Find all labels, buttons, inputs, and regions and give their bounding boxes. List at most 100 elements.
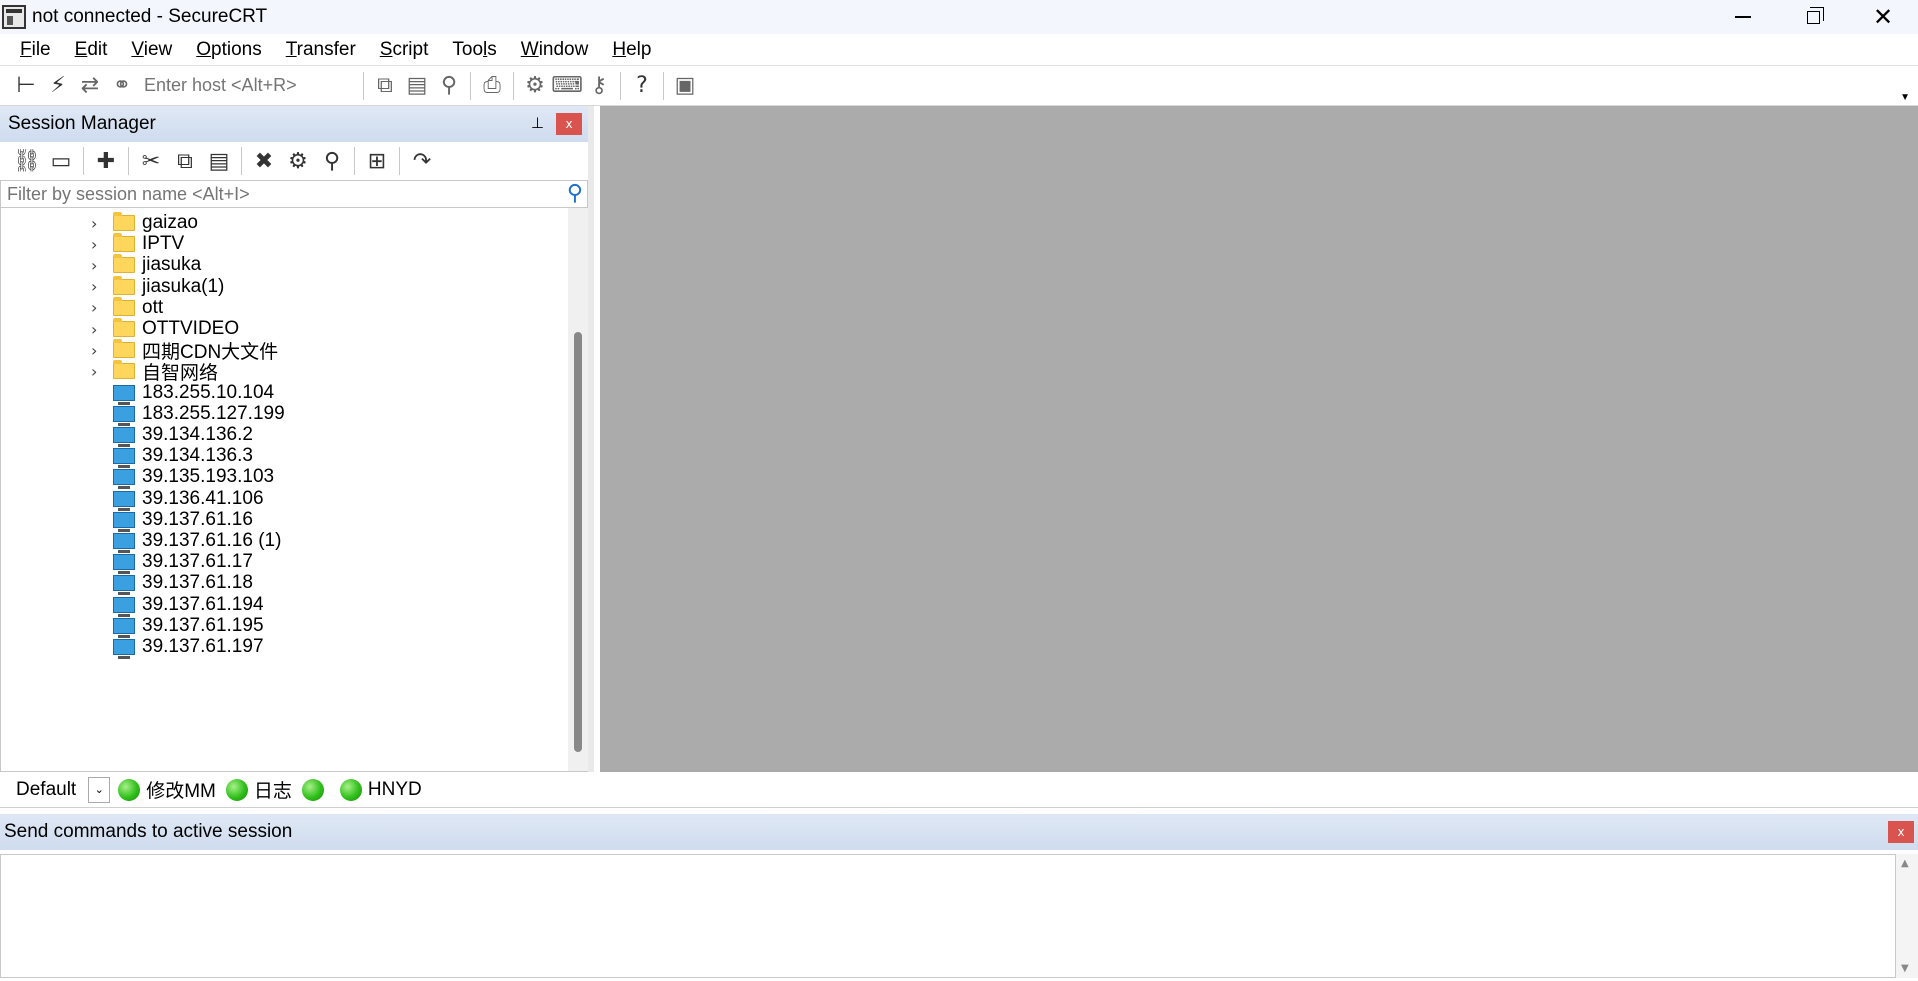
- cut-icon[interactable]: ✂: [134, 145, 168, 177]
- toolbar-divider: [128, 147, 129, 175]
- menu-transfer[interactable]: Transfer: [274, 39, 368, 61]
- session-filter-input[interactable]: [1, 182, 541, 206]
- monitor-icon: [113, 427, 135, 447]
- monitor-icon: [113, 617, 135, 638]
- menu-window[interactable]: Window: [509, 39, 601, 61]
- copy-session-icon[interactable]: ⧉: [168, 145, 202, 177]
- button-bar-item[interactable]: 修改MM: [118, 776, 216, 803]
- session-label: 183.255.127.199: [142, 402, 285, 424]
- button-bar-dropdown[interactable]: ⌄: [88, 776, 111, 803]
- minimize-button[interactable]: [1708, 0, 1778, 34]
- minimize-icon: [1735, 16, 1751, 18]
- monitor-icon: [113, 575, 135, 596]
- close-session-manager-button[interactable]: x: [556, 113, 582, 135]
- command-scrollbar[interactable]: ▲ ▼: [1896, 854, 1918, 978]
- session-label: 39.137.61.197: [142, 636, 264, 657]
- toolbar-divider: [399, 147, 400, 175]
- link-icon[interactable]: ⛓: [10, 145, 44, 177]
- session-label: 39.134.136.3: [142, 445, 253, 467]
- chevron-right-icon[interactable]: ›: [91, 235, 105, 254]
- monitor-icon: [113, 384, 135, 405]
- toolbar-divider: [620, 71, 621, 100]
- paste-session-icon[interactable]: ▤: [202, 145, 236, 177]
- monitor-icon: [113, 448, 135, 469]
- close-window-button[interactable]: ✕: [1848, 0, 1918, 34]
- connect-tab-icon[interactable]: ▭: [44, 145, 78, 177]
- paste-icon[interactable]: ▤: [401, 70, 433, 102]
- chevron-right-icon[interactable]: ›: [91, 362, 105, 381]
- monitor-icon: [113, 511, 135, 532]
- menu-tools[interactable]: Tools: [440, 39, 508, 61]
- toolbar-divider: [363, 71, 364, 100]
- toolbar-divider: [83, 147, 84, 175]
- add-session-icon[interactable]: ✚: [89, 145, 123, 177]
- terminal-workspace: [600, 106, 1918, 772]
- close-command-window-button[interactable]: x: [1888, 821, 1914, 843]
- chevron-right-icon[interactable]: ›: [91, 320, 105, 339]
- lightning-icon[interactable]: ⚡: [42, 70, 74, 102]
- menu-view[interactable]: View: [119, 39, 184, 61]
- green-circle-icon: [339, 778, 362, 801]
- command-window: Send commands to active session x ▲ ▼: [0, 814, 1918, 981]
- new-folder-icon[interactable]: ⊞: [360, 145, 394, 177]
- print-icon[interactable]: ⎙: [476, 70, 508, 102]
- chevron-right-icon[interactable]: ›: [91, 214, 105, 233]
- tree-scrollbar[interactable]: [568, 208, 588, 771]
- help-icon[interactable]: ?: [626, 70, 658, 102]
- toolbar-divider: [513, 71, 514, 100]
- session-label: 39.134.136.2: [142, 424, 253, 445]
- folder-label: ott: [142, 296, 164, 318]
- find-session-icon[interactable]: ⚲: [315, 145, 349, 177]
- folder-icon: [113, 254, 135, 274]
- restore-button[interactable]: [1778, 0, 1848, 34]
- title-bar: not connected - SecureCRT ✕: [0, 0, 1918, 34]
- monitor-icon: [113, 405, 135, 426]
- share-icon[interactable]: ↷: [405, 145, 439, 177]
- scroll-up-icon[interactable]: ▲: [1901, 858, 1909, 869]
- menu-file[interactable]: File: [8, 39, 63, 61]
- folder-icon: [113, 296, 135, 316]
- disconnect-icon[interactable]: ⚭: [106, 70, 138, 102]
- menu-options[interactable]: Options: [184, 39, 273, 61]
- copy-icon[interactable]: ⧉: [369, 70, 401, 102]
- search-icon[interactable]: ⚲: [567, 181, 583, 206]
- button-bar-item[interactable]: HNYD: [339, 778, 422, 801]
- key-icon[interactable]: ⚷: [583, 70, 615, 102]
- menu-edit[interactable]: Edit: [63, 39, 120, 61]
- image-icon[interactable]: ▣: [669, 70, 701, 102]
- green-circle-icon: [118, 778, 141, 801]
- toolbar-overflow-icon[interactable]: ▼: [1900, 92, 1910, 103]
- session-manager-panel: Session Manager ⊥ x ⛓ ▭ ✚ ✂ ⧉ ▤ ✖ ⚙ ⚲ ⊞ …: [0, 106, 594, 772]
- close-icon: ✕: [1872, 3, 1894, 31]
- menu-bar: File Edit View Options Transfer Script T…: [0, 34, 1918, 66]
- binoculars-icon[interactable]: ⚲: [433, 70, 465, 102]
- gear-icon[interactable]: ⚙: [519, 70, 551, 102]
- chevron-right-icon[interactable]: ›: [91, 341, 105, 360]
- button-bar-item[interactable]: [301, 778, 330, 801]
- session-label: 183.255.10.104: [142, 381, 275, 403]
- monitor-icon: [113, 533, 135, 553]
- session-properties-icon[interactable]: ⚙: [281, 145, 315, 177]
- delete-icon[interactable]: ✖: [247, 145, 281, 177]
- scroll-down-icon[interactable]: ▼: [1901, 963, 1909, 974]
- session-label: 39.137.61.195: [142, 614, 264, 636]
- command-input-area[interactable]: [0, 854, 1896, 978]
- connect-icon[interactable]: ⊢: [10, 70, 42, 102]
- toolbar-divider: [241, 147, 242, 175]
- button-bar-item[interactable]: 日志: [225, 776, 292, 803]
- chevron-right-icon[interactable]: ›: [91, 298, 105, 317]
- chevron-right-icon[interactable]: ›: [91, 277, 105, 296]
- session-label: 39.135.193.103: [142, 466, 275, 488]
- keyboard-icon[interactable]: ⌨: [551, 70, 583, 102]
- pin-icon[interactable]: ⊥: [531, 114, 544, 132]
- menu-script[interactable]: Script: [368, 39, 441, 61]
- securecrt-app-icon[interactable]: [2, 5, 26, 29]
- chevron-right-icon[interactable]: ›: [91, 256, 105, 275]
- tree-scrollbar-thumb[interactable]: [574, 332, 582, 752]
- button-bar-selected: Default: [16, 778, 77, 800]
- folder-label: jiasuka: [142, 254, 202, 276]
- reconnect-icon[interactable]: ⇄: [74, 70, 106, 102]
- session-label: 39.137.61.18: [142, 572, 253, 594]
- enter-host-input[interactable]: [138, 70, 358, 101]
- menu-help[interactable]: Help: [600, 39, 663, 61]
